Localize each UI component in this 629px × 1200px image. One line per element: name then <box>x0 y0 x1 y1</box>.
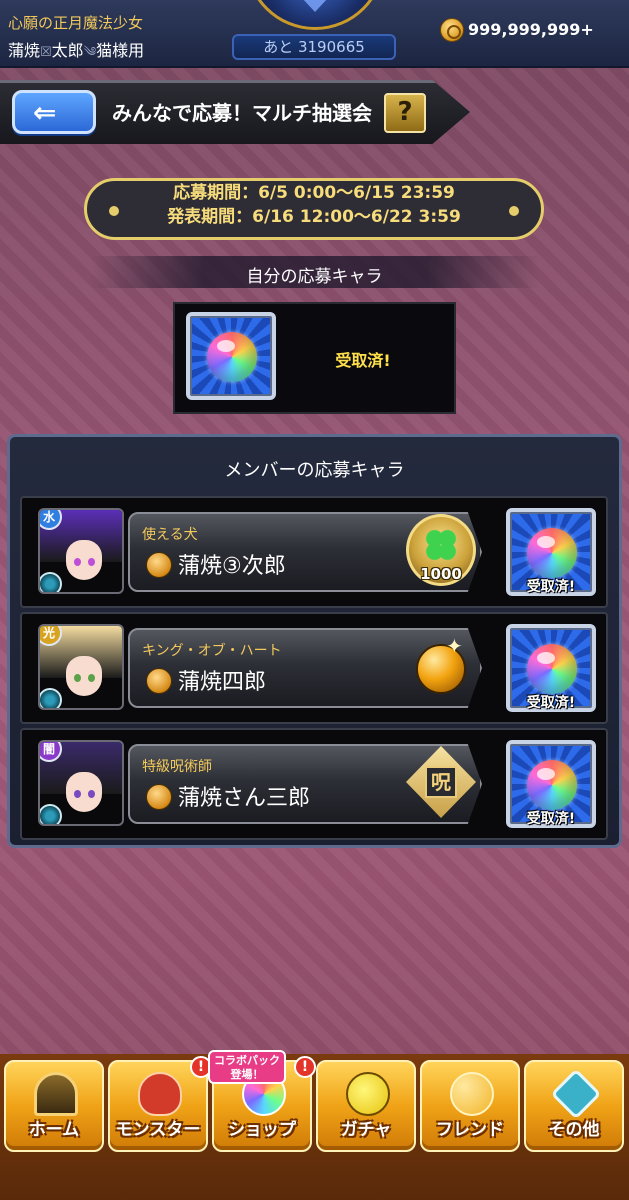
back-arrow-icon: ⇐ <box>33 96 57 129</box>
top-status-bar: 心願の正月魔法少女 蒲焼☒太郎༄猫様用 あと 3190665 999,999,9… <box>0 0 629 68</box>
nav-label: モンスター <box>115 1120 201 1140</box>
gem-icon <box>302 0 328 12</box>
announce-period: 発表期間：6/16 12:00〜6/22 3:59 <box>167 207 461 227</box>
clover-icon: 1000 <box>406 514 476 586</box>
collab-pack-tag: コラボパック登場！ <box>208 1050 286 1084</box>
rank-icon <box>146 784 172 810</box>
gold-sphere-icon: ✦ <box>406 630 476 702</box>
type-icon <box>40 572 62 592</box>
member-name: 蒲焼③次郎 <box>178 554 286 579</box>
nav-label: ガチャ <box>340 1120 392 1140</box>
nav-label: ホーム <box>28 1120 80 1140</box>
own-entry-orb-frame[interactable] <box>186 312 276 400</box>
bolt-icon <box>509 206 519 216</box>
member-title: キング・オブ・ハート <box>142 643 282 659</box>
alert-badge-icon: ! <box>294 1056 316 1078</box>
member-avatar[interactable]: 闇 <box>38 740 124 826</box>
nav-friend-button[interactable]: フレンド <box>420 1060 520 1152</box>
avatar-eye <box>88 674 95 682</box>
nav-other-button[interactable]: その他 <box>524 1060 624 1152</box>
other-menu-icon <box>550 1068 602 1120</box>
member-avatar[interactable]: 光 <box>38 624 124 710</box>
back-button[interactable]: ⇐ <box>12 90 96 134</box>
nav-home-button[interactable]: ホーム <box>4 1060 104 1152</box>
avatar-face <box>66 540 102 580</box>
rainbow-orb-icon <box>527 644 577 694</box>
coin-amount: 999,999,999+ <box>468 20 594 39</box>
rank-medal <box>245 0 385 30</box>
member-status: 受取済! <box>526 579 576 595</box>
member-title: 使える犬 <box>142 527 198 543</box>
avatar-eye <box>88 790 95 798</box>
rainbow-orb-icon <box>207 332 257 382</box>
own-entry-heading: 自分の応募キャラ <box>246 267 383 287</box>
nav-label: フレンド <box>436 1120 504 1140</box>
avatar-eye <box>74 674 81 682</box>
avatar-face <box>66 772 102 812</box>
seal-glyph: 呪 <box>425 766 457 798</box>
remaining-exp-bar: あと 3190665 <box>232 34 396 60</box>
member-avatar[interactable]: 水 <box>38 508 124 594</box>
friends-icon <box>450 1072 494 1116</box>
period-info: 応募期間：6/5 0:00〜6/15 23:59 発表期間：6/16 12:00… <box>84 178 544 240</box>
player-name-first: 蒲焼 <box>8 41 41 60</box>
member-name: 蒲焼四郎 <box>178 670 267 695</box>
clover-leaves-icon <box>425 529 457 561</box>
sparkle-icon: ✦ <box>446 634 463 658</box>
members-heading: メンバーの応募キャラ <box>224 460 405 481</box>
player-name: 蒲焼☒太郎༄猫様用 <box>8 37 144 74</box>
nav-gacha-button[interactable]: ガチャ <box>316 1060 416 1152</box>
type-icon <box>40 688 62 708</box>
nav-monster-button[interactable]: モンスター ! <box>108 1056 212 1152</box>
player-name-mid: 太郎 <box>51 41 84 60</box>
help-button[interactable]: ? <box>384 93 426 133</box>
member-title: 特級呪術師 <box>142 759 212 775</box>
avatar-eye <box>74 790 81 798</box>
own-entry-status: 受取済! <box>335 351 391 370</box>
member-name: 蒲焼さん三郎 <box>178 786 311 811</box>
player-name-separator: ☒ <box>40 45 52 60</box>
gate-icon <box>34 1072 78 1116</box>
type-icon <box>40 804 62 824</box>
rank-icon <box>146 552 172 578</box>
page-title: みんなで応募！マルチ抽選会 <box>112 101 372 125</box>
avatar-face <box>66 656 102 696</box>
gacha-bird-icon <box>346 1072 390 1116</box>
rainbow-orb-icon <box>527 528 577 578</box>
player-title: 心願の正月魔法少女 <box>8 14 144 32</box>
nav-label: ショップ <box>228 1120 296 1140</box>
monster-icon <box>138 1072 182 1116</box>
player-name-suffix: 猫様用 <box>96 41 145 60</box>
coin-icon <box>440 18 464 42</box>
entry-period: 応募期間：6/5 0:00〜6/15 23:59 <box>173 183 455 203</box>
rank-icon <box>146 668 172 694</box>
avatar-eye <box>88 558 95 566</box>
clover-count: 1000 <box>420 565 462 583</box>
bolt-icon <box>109 206 119 216</box>
rainbow-orb-icon <box>527 760 577 810</box>
member-row[interactable]: 闇 特級呪術師 蒲焼さん三郎 呪 受取済! <box>20 728 608 840</box>
member-status: 受取済! <box>526 811 576 827</box>
avatar-eye <box>74 558 81 566</box>
member-row[interactable]: 水 使える犬 蒲焼③次郎 1000 受取済! <box>20 496 608 608</box>
member-status: 受取済! <box>526 695 576 711</box>
member-row[interactable]: 光 キング・オブ・ハート 蒲焼四郎 ✦ 受取済! <box>20 612 608 724</box>
nav-label: その他 <box>548 1120 600 1140</box>
player-name-separator-2: ༄ <box>83 45 97 60</box>
